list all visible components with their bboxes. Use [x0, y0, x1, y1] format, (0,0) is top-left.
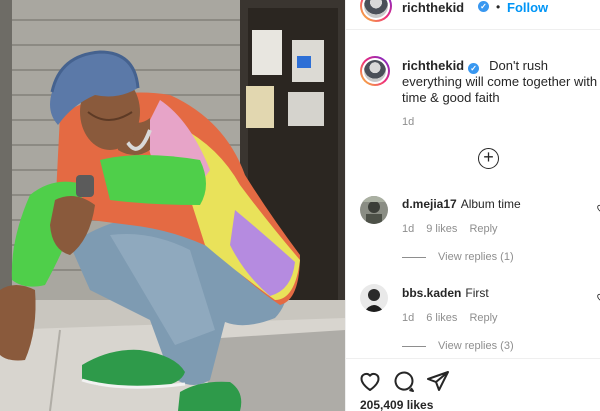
comment-text: Album time — [460, 197, 521, 211]
comment-username[interactable]: bbs.kaden — [402, 286, 461, 300]
comment-avatar[interactable] — [360, 196, 388, 224]
comment-1: d.mejia17 Album time — [402, 197, 521, 211]
verified-badge-icon: ✓ — [468, 63, 480, 74]
reply-button[interactable]: Reply — [469, 223, 497, 235]
paper-plane-icon[interactable] — [426, 369, 450, 393]
comment-2: bbs.kaden First — [402, 286, 489, 300]
comment-username[interactable]: d.mejia17 — [402, 197, 457, 211]
reply-button[interactable]: Reply — [469, 312, 497, 324]
view-replies-label: View replies (1) — [438, 251, 514, 263]
separator-dot: • — [496, 0, 501, 14]
like-count[interactable]: 205,409 likes — [360, 398, 433, 411]
post-photo-illustration — [0, 0, 345, 411]
post-header: richthekid ✓ • Follow — [346, 0, 600, 30]
post-actions: 205,409 likes — [346, 358, 600, 411]
comment-like-count[interactable]: 9 likes — [426, 223, 457, 235]
view-replies-button[interactable]: View replies (3) — [402, 340, 514, 352]
speech-bubble-icon[interactable] — [392, 369, 416, 393]
caption-age: 1d — [402, 116, 415, 128]
plus-circle-icon[interactable]: + — [478, 148, 499, 169]
heart-icon[interactable] — [596, 292, 600, 302]
post-image — [0, 0, 345, 411]
caption: richthekid ✓ Don't rush everything will co… — [402, 58, 598, 106]
comment-like-count[interactable]: 6 likes — [426, 312, 457, 324]
comment-2-meta: 1d 6 likes Reply — [402, 312, 510, 324]
author-username[interactable]: richthekid — [402, 0, 464, 15]
heart-icon[interactable] — [358, 369, 382, 393]
author-avatar[interactable] — [360, 0, 392, 22]
view-replies-label: View replies (3) — [438, 340, 514, 352]
caption-avatar[interactable] — [360, 56, 390, 86]
post-sidebar: richthekid ✓ • Follow richthekid ✓ Don't r… — [345, 0, 600, 411]
heart-icon[interactable] — [596, 203, 600, 213]
comment-1-meta: 1d 9 likes Reply — [402, 223, 510, 235]
view-replies-button[interactable]: View replies (1) — [402, 251, 514, 263]
verified-badge-icon: ✓ — [478, 1, 489, 12]
comment-age: 1d — [402, 223, 415, 235]
follow-button[interactable]: Follow — [507, 0, 548, 15]
comment-age: 1d — [402, 312, 415, 324]
comment-text: First — [465, 286, 489, 300]
comment-avatar[interactable] — [360, 284, 388, 312]
caption-username[interactable]: richthekid — [402, 58, 464, 73]
